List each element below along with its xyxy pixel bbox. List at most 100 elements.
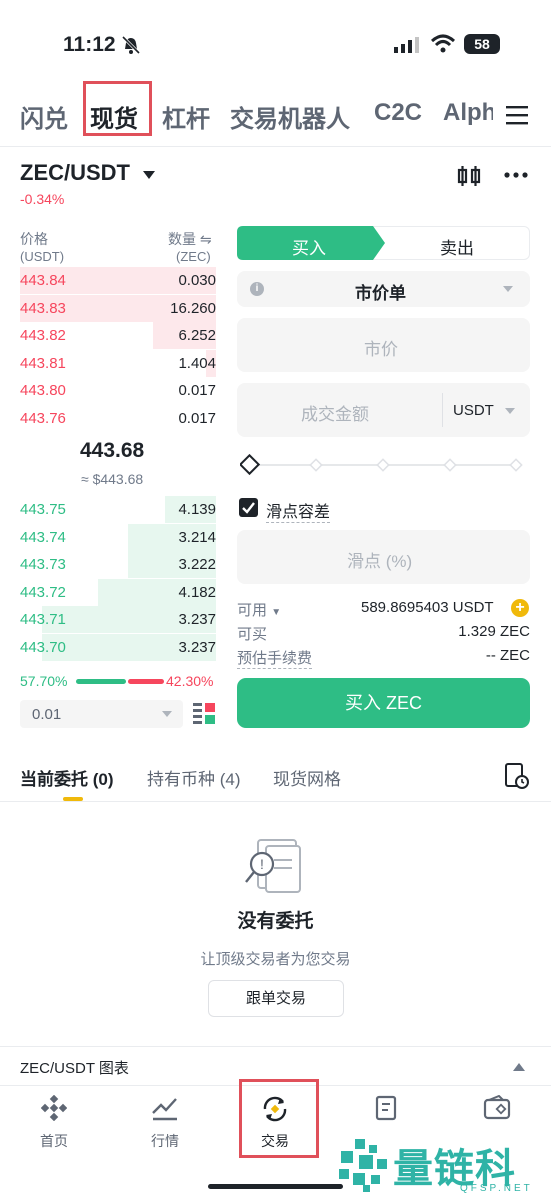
more-icon[interactable]	[504, 171, 528, 179]
amount-field[interactable]: 成交金额 USDT	[237, 383, 530, 437]
precision-value: 0.01	[32, 706, 62, 723]
home-icon	[40, 1094, 68, 1122]
svg-text:!: !	[260, 856, 264, 872]
bid-row[interactable]: 443.70 3.237	[20, 633, 216, 661]
chevron-up-icon[interactable]	[513, 1063, 525, 1071]
sell-ratio: 42.30%	[166, 673, 214, 689]
check-icon	[242, 502, 255, 514]
wallet-icon	[483, 1094, 511, 1120]
divider	[0, 801, 551, 802]
order-type-select[interactable]: i 市价单	[237, 271, 530, 307]
ask-row[interactable]: 443.76 0.017	[20, 405, 216, 432]
row-price: 443.73	[20, 556, 66, 573]
futures-icon	[375, 1095, 397, 1121]
tab-spot-grid[interactable]: 现货网格	[273, 765, 341, 790]
mid-price: 443.68	[80, 439, 145, 462]
price-field[interactable]: 市价	[237, 318, 530, 372]
tab-bots[interactable]: 交易机器人	[230, 99, 350, 134]
bid-row[interactable]: 443.75 4.139	[20, 496, 216, 523]
buy-tab[interactable]: 买入	[292, 234, 326, 259]
bid-row[interactable]: 443.71 3.237	[20, 606, 216, 633]
buy-submit-button[interactable]: 买入 ZEC	[237, 678, 530, 728]
status-time: 11:12	[63, 33, 116, 56]
status-bar: 11:12 58	[0, 0, 551, 90]
bid-row[interactable]: 443.73 3.222	[20, 551, 216, 578]
chart-toggle-label[interactable]: ZEC/USDT 图表	[20, 1057, 129, 1078]
tab-alpha[interactable]: Alph	[443, 99, 493, 127]
divider	[0, 146, 551, 147]
row-qty: 3.214	[178, 528, 216, 546]
empty-subtitle: 让顶级交易者为您交易	[200, 951, 351, 968]
divider	[0, 1046, 551, 1047]
nav-markets[interactable]: 行情	[133, 1095, 197, 1151]
bid-row[interactable]: 443.74 3.214	[20, 523, 216, 551]
tab-holdings[interactable]: 持有币种 (4)	[147, 765, 241, 790]
row-price: 443.75	[20, 501, 66, 518]
ask-row[interactable]: 443.84 0.030	[20, 267, 216, 294]
nav-home-label: 首页	[40, 1133, 68, 1149]
pair-selector[interactable]: ZEC/USDT	[20, 160, 156, 186]
tab-open-orders[interactable]: 当前委托 (0)	[20, 765, 114, 790]
candlestick-icon[interactable]	[457, 164, 481, 188]
battery-icon: 58	[464, 34, 500, 54]
ask-row[interactable]: 443.80 0.017	[20, 377, 216, 404]
row-price: 443.76	[20, 409, 66, 427]
home-indicator	[208, 1184, 343, 1189]
row-price: 443.84	[20, 272, 66, 289]
fee-label[interactable]: 预估手续费	[237, 647, 313, 669]
nav-assets[interactable]	[465, 1094, 529, 1124]
menu-icon[interactable]	[506, 105, 528, 125]
sell-tab[interactable]: 卖出	[440, 234, 474, 259]
row-price: 443.71	[20, 611, 66, 628]
amount-slider[interactable]	[240, 454, 526, 476]
row-qty: 6.252	[178, 327, 216, 344]
order-history-icon[interactable]	[505, 763, 529, 789]
row-price: 443.72	[20, 583, 66, 601]
buy-ratio-bar	[76, 679, 126, 684]
watermark-sub: QFSP.NET	[460, 1183, 533, 1194]
markets-icon	[152, 1098, 177, 1121]
tab-convert[interactable]: 闪兑	[20, 99, 68, 134]
nav-futures[interactable]	[355, 1095, 419, 1126]
precision-select[interactable]: 0.01	[20, 700, 183, 728]
bid-row[interactable]: 443.72 4.182	[20, 578, 216, 606]
price-change: -0.34%	[20, 191, 65, 207]
row-qty: 4.139	[178, 501, 216, 518]
slippage-label[interactable]: 滑点容差	[266, 498, 331, 523]
available-value: 589.8695403 USDT	[361, 599, 494, 616]
row-qty: 1.404	[178, 354, 216, 372]
qty-unit: (ZEC)	[176, 249, 211, 264]
slippage-placeholder: 滑点 (%)	[347, 552, 413, 571]
amount-unit[interactable]: USDT	[453, 402, 494, 419]
ask-row[interactable]: 443.83 16.260	[20, 294, 216, 322]
orderbook-view-icon[interactable]	[193, 703, 215, 725]
price-header: 价格	[20, 231, 48, 247]
row-price: 443.70	[20, 638, 66, 656]
ask-row[interactable]: 443.81 1.404	[20, 349, 216, 377]
tab-c2c[interactable]: C2C	[374, 99, 422, 127]
row-price: 443.81	[20, 354, 66, 372]
available-label-text: 可用	[237, 602, 268, 619]
slippage-field[interactable]: 滑点 (%)	[237, 530, 530, 584]
info-icon[interactable]: i	[250, 282, 264, 296]
row-price: 443.82	[20, 327, 66, 344]
trade-highlight-box	[239, 1079, 319, 1158]
slippage-checkbox[interactable]	[239, 498, 258, 517]
ask-row[interactable]: 443.82 6.252	[20, 322, 216, 349]
order-type: 市价单	[355, 284, 406, 303]
caret-down-icon: ▼	[271, 607, 282, 618]
add-funds-icon[interactable]: +	[511, 599, 529, 617]
buy-ratio: 57.70%	[20, 673, 68, 689]
can-buy-label: 可买	[237, 626, 268, 643]
row-price: 443.83	[20, 299, 66, 317]
available-label[interactable]: 可用 ▼	[237, 599, 281, 620]
copy-trading-button[interactable]: 跟单交易	[208, 980, 344, 1017]
empty-orders-icon: !	[245, 839, 301, 893]
qty-header[interactable]: 数量 ⇋	[168, 229, 212, 249]
tab-margin[interactable]: 杠杆	[162, 99, 210, 134]
qty-label: 数量	[168, 231, 196, 247]
row-qty: 16.260	[170, 299, 216, 317]
nav-home[interactable]: 首页	[22, 1094, 86, 1151]
row-qty: 0.017	[178, 409, 216, 427]
sell-ratio-bar	[127, 679, 164, 684]
